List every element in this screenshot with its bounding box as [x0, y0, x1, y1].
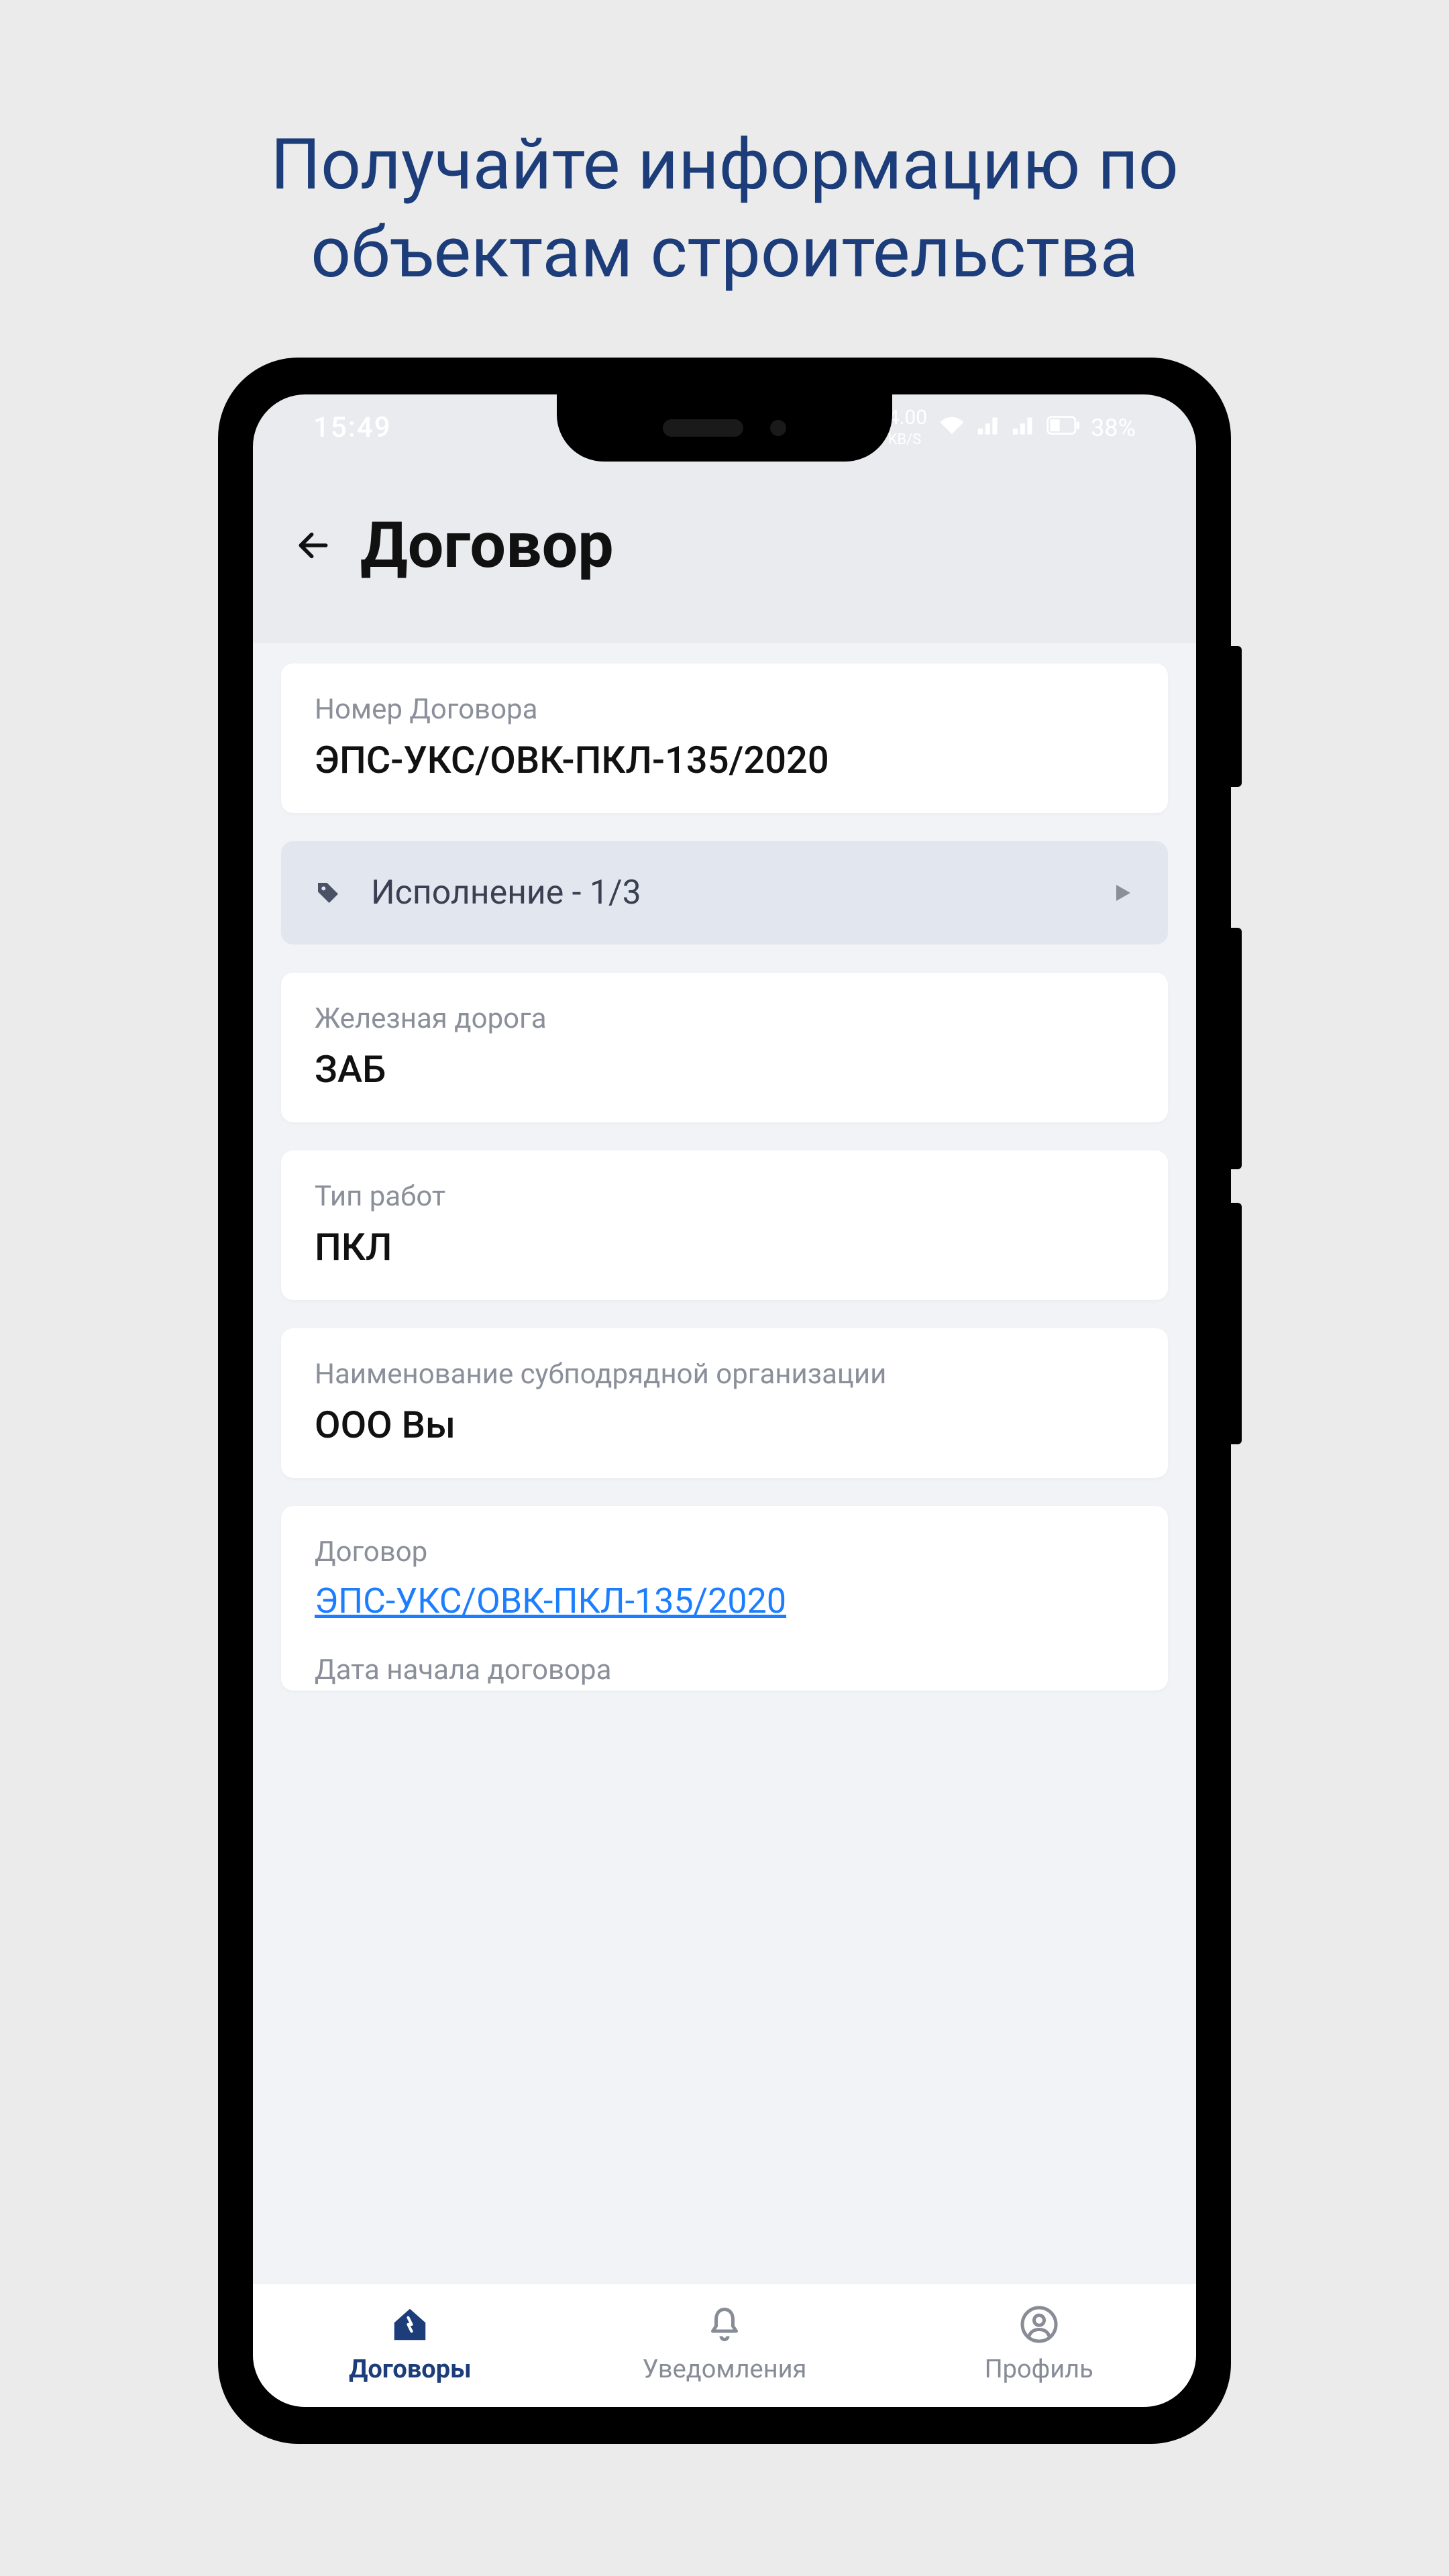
content-scroll[interactable]: Номер Договора ЭПС-УКС/ОВК-ПКЛ-135/2020 …	[253, 643, 1196, 2283]
card-subcontractor: Наименование субподрядной организации ОО…	[281, 1328, 1168, 1478]
label-work-type: Тип работ	[315, 1180, 1134, 1213]
promo-line1: Получайте информацию по	[270, 123, 1179, 206]
home-icon	[388, 2302, 432, 2347]
play-icon	[1110, 881, 1134, 905]
arrow-left-icon	[294, 527, 332, 564]
nav-contracts-label: Договоры	[349, 2355, 472, 2384]
back-button[interactable]	[293, 525, 333, 566]
header-bar: Договор	[253, 462, 1196, 643]
notch-speaker	[663, 419, 743, 437]
label-railway: Железная дорога	[315, 1002, 1134, 1035]
screen: 15:49 4.00KB/S	[253, 394, 1196, 2407]
phone-volume-down	[1231, 1203, 1242, 1444]
nav-profile-label: Профиль	[985, 2355, 1093, 2384]
bottom-nav: Договоры Уведомления Профиль	[253, 2283, 1196, 2407]
tag-icon	[315, 879, 341, 906]
net-speed: 4.00KB/S	[888, 408, 928, 448]
card-work-type: Тип работ ПКЛ	[281, 1150, 1168, 1300]
value-subcontractor: ООО Вы	[315, 1403, 1134, 1447]
nav-profile[interactable]: Профиль	[881, 2302, 1196, 2384]
battery-pct: 38%	[1091, 414, 1136, 442]
bell-icon	[702, 2302, 747, 2347]
status-indicators: 4.00KB/S 38%	[857, 408, 1136, 448]
profile-icon	[1017, 2302, 1061, 2347]
phone-frame: 15:49 4.00KB/S	[218, 358, 1231, 2444]
link-contract-document[interactable]: ЭПС-УКС/ОВК-ПКЛ-135/2020	[315, 1580, 786, 1621]
label-contract-number: Номер Договора	[315, 693, 1134, 726]
status-execution-row[interactable]: Исполнение - 1/3	[281, 841, 1168, 945]
signal-icon-1	[977, 414, 1001, 442]
label-start-date: Дата начала договора	[315, 1654, 1134, 1686]
notch-camera	[770, 420, 786, 436]
wifi-icon	[938, 413, 966, 442]
value-work-type: ПКЛ	[315, 1225, 1134, 1269]
status-execution-text: Исполнение - 1/3	[371, 873, 1081, 912]
signal-icon-2	[1012, 414, 1036, 442]
card-railway: Железная дорога ЗАБ	[281, 973, 1168, 1122]
promo-heading: Получайте информацию по объектам строите…	[0, 0, 1449, 358]
phone-power-button	[1231, 646, 1242, 787]
card-contract-link: Договор ЭПС-УКС/ОВК-ПКЛ-135/2020 Дата на…	[281, 1506, 1168, 1690]
battery-icon	[1046, 414, 1080, 442]
phone-volume-up	[1231, 928, 1242, 1169]
nav-notifications-label: Уведомления	[643, 2355, 807, 2384]
label-contract-link: Договор	[315, 1536, 1134, 1568]
nav-contracts[interactable]: Договоры	[253, 2302, 568, 2384]
page-title: Договор	[360, 508, 614, 583]
promo-line2: объектам строительства	[311, 211, 1138, 294]
value-railway: ЗАБ	[315, 1047, 1134, 1091]
card-contract-number: Номер Договора ЭПС-УКС/ОВК-ПКЛ-135/2020	[281, 663, 1168, 813]
notch	[557, 394, 892, 462]
label-subcontractor: Наименование субподрядной организации	[315, 1358, 1134, 1391]
value-contract-number: ЭПС-УКС/ОВК-ПКЛ-135/2020	[315, 738, 1134, 782]
status-time: 15:49	[313, 411, 392, 444]
nav-notifications[interactable]: Уведомления	[568, 2302, 882, 2384]
